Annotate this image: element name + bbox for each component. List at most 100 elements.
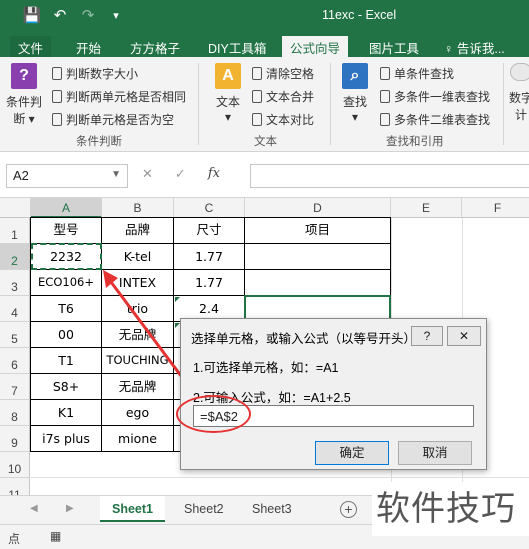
table-cell[interactable]: S8+	[30, 373, 102, 400]
table-cell[interactable]: 1.77	[173, 243, 245, 270]
next-sheet-icon[interactable]: ▶	[66, 503, 74, 514]
condition-judge-button[interactable]: ? 条件判 断 ▾	[6, 63, 42, 127]
table-cell[interactable]: mione	[101, 425, 174, 452]
text-compare-button[interactable]: 文本对比	[252, 109, 314, 129]
redo-icon[interactable]: ↷	[74, 6, 102, 24]
row-header[interactable]: 7	[0, 374, 30, 400]
watermark: 软件技巧	[372, 482, 529, 536]
table-cell[interactable]	[244, 243, 391, 270]
column-header-c[interactable]: C	[174, 198, 245, 218]
undo-icon[interactable]: ↶	[46, 6, 74, 24]
clear-spaces-button[interactable]: 清除空格	[252, 63, 314, 83]
doc-icon	[380, 66, 390, 80]
row-header[interactable]: 11	[0, 478, 30, 495]
judge-cell-empty-button[interactable]: 判断单元格是否为空	[52, 109, 174, 129]
row-header[interactable]: 3	[0, 270, 30, 296]
help-button[interactable]: ?	[411, 326, 443, 346]
text-button[interactable]: A 文本 ▾	[210, 63, 246, 124]
header-cell[interactable]: 型号	[30, 217, 102, 244]
doc-icon	[252, 66, 262, 80]
row-header[interactable]: 5	[0, 322, 30, 348]
lookup-button[interactable]: ⌕ 查找 ▾	[340, 63, 370, 124]
tab-formula-wizard[interactable]: 公式向导	[282, 36, 349, 57]
tab-diy-toolbox[interactable]: DIY工具箱	[200, 36, 274, 57]
name-box[interactable]: A2 ▼	[6, 164, 128, 188]
column-header-e[interactable]: E	[391, 198, 462, 218]
table-cell[interactable]: 无品牌	[101, 321, 174, 348]
group-label-lookup: 查找和引用	[386, 136, 444, 148]
table-cell[interactable]: K1	[30, 399, 102, 426]
column-header-d[interactable]: D	[245, 198, 391, 218]
row-header[interactable]: 1	[0, 218, 30, 244]
row-header[interactable]: 10	[0, 452, 30, 478]
table-cell[interactable]: TOUCHING	[101, 347, 174, 374]
table-cell[interactable]: ego	[101, 399, 174, 426]
cancel-icon[interactable]: ✕	[142, 166, 153, 182]
save-icon[interactable]: 💾	[18, 6, 46, 24]
table-cell[interactable]: T6	[30, 295, 102, 322]
judge-number-size-button[interactable]: 判断数字大小	[52, 63, 138, 83]
enter-icon[interactable]: ✓	[175, 166, 186, 182]
doc-icon	[252, 112, 262, 126]
text-a-icon: A	[215, 63, 241, 89]
tab-home[interactable]: 开始	[68, 36, 109, 57]
item-label: 清除空格	[266, 66, 315, 81]
function-icon[interactable]: fx	[208, 166, 220, 182]
question-icon: ?	[11, 63, 37, 89]
item-label: 判断单元格是否为空	[66, 112, 175, 127]
table-cell[interactable]: 2232	[30, 243, 102, 270]
column-header-f[interactable]: F	[462, 198, 529, 218]
judge-cells-same-button[interactable]: 判断两单元格是否相同	[52, 86, 186, 106]
multi-condition-2d-lookup-button[interactable]: 多条件二维表查找	[380, 109, 490, 129]
column-header-b[interactable]: B	[102, 198, 174, 218]
multi-condition-1d-lookup-button[interactable]: 多条件一维表查找	[380, 86, 490, 106]
number-label-2: 计	[514, 108, 527, 122]
tab-sheet3[interactable]: Sheet3	[240, 496, 304, 522]
chevron-down-icon[interactable]: ▼	[111, 169, 121, 180]
tab-file[interactable]: 文件	[10, 36, 52, 57]
formula-input[interactable]	[250, 164, 529, 188]
tab-tell-me[interactable]: ♀ 告诉我...	[436, 36, 513, 57]
header-cell[interactable]: 项目	[244, 217, 391, 244]
table-cell[interactable]: 00	[30, 321, 102, 348]
row-header[interactable]: 2	[0, 244, 30, 270]
column-header-a[interactable]: A	[31, 198, 102, 218]
item-label: 文本合并	[266, 89, 315, 104]
row-header[interactable]: 4	[0, 296, 30, 322]
title-bar: 💾 ↶ ↷ ▾ 11exc - Excel	[0, 0, 529, 32]
row-header[interactable]: 8	[0, 400, 30, 426]
tab-picture-tools[interactable]: 图片工具	[361, 36, 427, 57]
tab-fangfanggezi[interactable]: 方方格子	[122, 36, 188, 57]
header-cell[interactable]: 尺寸	[173, 217, 245, 244]
cancel-button[interactable]: 取消	[398, 441, 472, 465]
table-cell[interactable]: T1	[30, 347, 102, 374]
prev-sheet-icon[interactable]: ◀	[30, 503, 38, 514]
single-condition-lookup-button[interactable]: 单条件查找	[380, 63, 454, 83]
name-box-value: A2	[13, 168, 29, 183]
table-cell[interactable]: 无品牌	[101, 373, 174, 400]
quick-access-toolbar: 💾 ↶ ↷ ▾	[18, 6, 130, 24]
add-sheet-icon[interactable]: +	[340, 501, 357, 518]
close-button[interactable]: ✕	[447, 326, 481, 346]
table-cell[interactable]: i7s plus	[30, 425, 102, 452]
table-cell[interactable]: ECO106+	[30, 269, 102, 296]
table-cell[interactable]: 1.77	[173, 269, 245, 296]
item-label: 多条件一维表查找	[394, 89, 491, 104]
item-label: 判断数字大小	[66, 66, 139, 81]
row-header[interactable]: 9	[0, 426, 30, 452]
header-cell[interactable]: 品牌	[101, 217, 174, 244]
table-cell[interactable]	[244, 269, 391, 296]
text-merge-button[interactable]: 文本合并	[252, 86, 314, 106]
table-cell[interactable]: trio	[101, 295, 174, 322]
customize-qat-icon[interactable]: ▾	[102, 9, 130, 22]
table-cell[interactable]: K-tel	[101, 243, 174, 270]
row-header[interactable]: 6	[0, 348, 30, 374]
tab-sheet1[interactable]: Sheet1	[100, 496, 165, 522]
macro-record-icon[interactable]: ▦	[50, 529, 61, 543]
ok-button[interactable]: 确定	[315, 441, 389, 465]
select-all-corner[interactable]	[0, 198, 31, 218]
doc-icon	[52, 66, 62, 80]
tab-sheet2[interactable]: Sheet2	[172, 496, 236, 522]
number-calc-button[interactable]: 数字 计	[508, 63, 529, 123]
table-cell[interactable]: INTEX	[101, 269, 174, 296]
